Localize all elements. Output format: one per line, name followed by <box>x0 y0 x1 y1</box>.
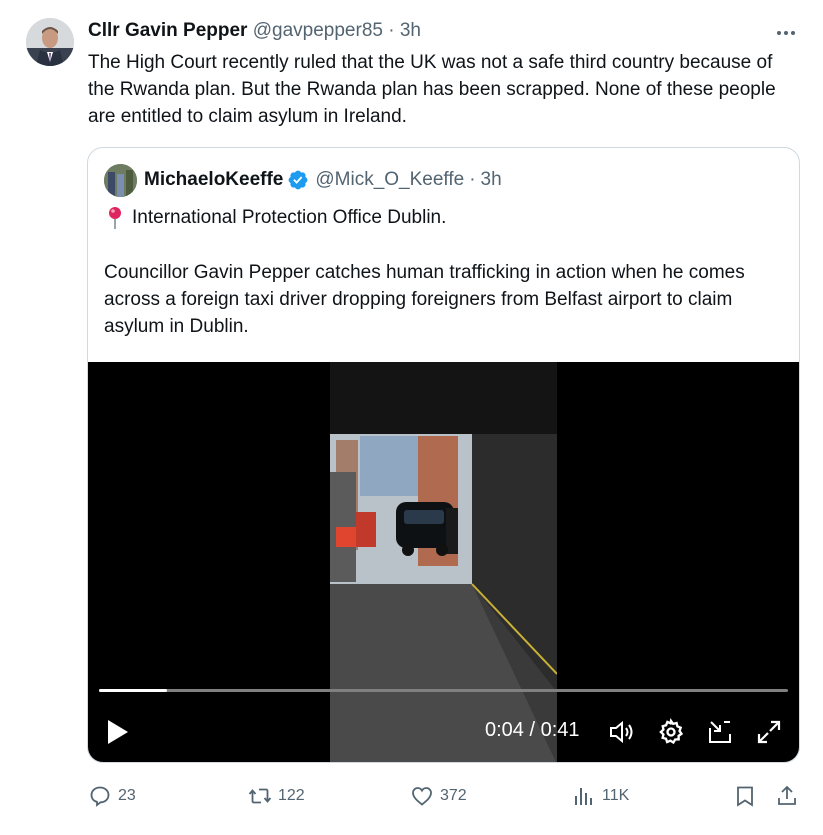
bar-chart-icon <box>575 788 592 805</box>
quote-avatar-image <box>104 164 137 197</box>
video-progress-bar[interactable] <box>99 689 788 692</box>
share-button[interactable] <box>775 778 805 814</box>
quoted-tweet[interactable]: MichaeloKeeffe @Mick_O_Keeffe · 3h Inter… <box>87 147 800 763</box>
picture-in-picture-icon <box>709 721 731 743</box>
bookmark-button[interactable] <box>733 778 763 814</box>
volume-button[interactable] <box>607 718 635 746</box>
reply-count: 23 <box>118 787 136 804</box>
tweet-time[interactable]: 3h <box>400 20 421 41</box>
author-name[interactable]: Cllr Gavin Pepper <box>88 20 247 41</box>
quote-author-handle[interactable]: @Mick_O_Keeffe <box>315 168 464 192</box>
quote-separator-dot: · <box>469 169 476 190</box>
round-pushpin-icon <box>109 206 121 229</box>
tweet-action-bar: 23 122 372 11K <box>0 778 823 814</box>
volume-icon <box>610 720 633 744</box>
author-avatar[interactable] <box>26 18 74 66</box>
quote-header: MichaeloKeeffe @Mick_O_Keeffe · 3h <box>144 168 502 192</box>
video-time-display: 0:04 / 0:41 <box>485 719 580 741</box>
views-button[interactable]: 11K <box>572 778 629 814</box>
views-count: 11K <box>602 787 630 804</box>
reply-bubble-icon <box>90 786 110 807</box>
author-handle[interactable]: @gavpepper85 <box>253 20 383 41</box>
reply-button[interactable]: 23 <box>88 778 136 814</box>
author-avatar-image <box>26 18 74 66</box>
video-player[interactable]: 0:04 / 0:41 <box>88 362 799 762</box>
more-dots-icon <box>777 31 795 35</box>
repost-button[interactable]: 122 <box>248 778 305 814</box>
bookmark-icon <box>737 786 753 807</box>
video-frame <box>330 362 558 762</box>
video-progress-fill <box>99 689 167 692</box>
video-still-image <box>330 362 558 762</box>
tweet-header: Cllr Gavin Pepper @gavpepper85 · 3h <box>88 19 421 43</box>
repost-count: 122 <box>278 787 305 804</box>
picture-in-picture-button[interactable] <box>706 718 734 746</box>
tweet-text: The High Court recently ruled that the U… <box>88 52 776 127</box>
heart-icon <box>412 787 432 806</box>
quote-location-text: International Protection Office Dublin. <box>132 207 447 228</box>
fullscreen-icon <box>757 720 781 744</box>
more-options-button[interactable] <box>772 20 800 40</box>
play-icon <box>108 720 128 744</box>
quote-body-text: Councillor Gavin Pepper catches human tr… <box>104 262 745 337</box>
play-button[interactable] <box>106 719 130 745</box>
repost-icon <box>248 788 272 804</box>
fullscreen-button[interactable] <box>755 718 783 746</box>
quote-author-name[interactable]: MichaeloKeeffe <box>144 168 283 192</box>
settings-button[interactable] <box>657 718 685 746</box>
share-icon <box>778 785 796 805</box>
settings-gear-icon <box>659 718 684 745</box>
like-count: 372 <box>440 787 467 804</box>
quote-author-avatar[interactable] <box>104 164 137 197</box>
verified-badge-icon <box>288 170 308 190</box>
separator-dot: · <box>388 20 395 41</box>
quote-time[interactable]: 3h <box>481 168 502 192</box>
quote-location-line: International Protection Office Dublin. <box>104 204 446 231</box>
like-button[interactable]: 372 <box>410 778 467 814</box>
